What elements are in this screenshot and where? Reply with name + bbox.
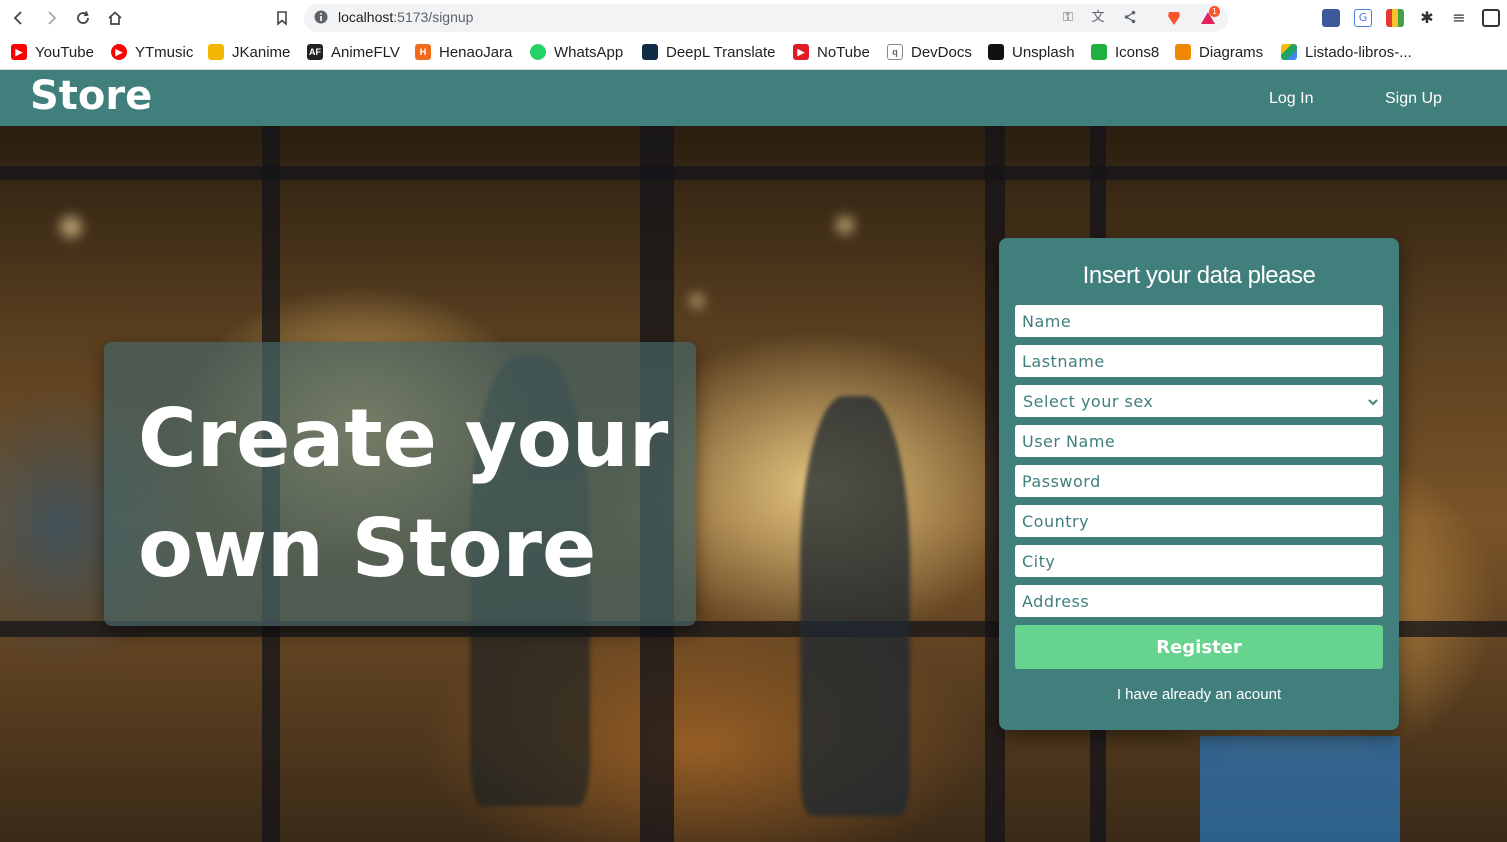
signup-link[interactable]: Sign Up [1385, 90, 1442, 108]
whatsapp-icon [530, 44, 546, 60]
key-icon[interactable]: ⚿ [1060, 10, 1076, 26]
address-bar[interactable]: localhost:5173/signup ⚿ 文 1 [304, 4, 1228, 32]
diagrams-icon [1175, 44, 1191, 60]
bookmark-icon[interactable] [271, 7, 293, 29]
login-link[interactable]: Log In [1269, 90, 1313, 108]
rewards-badge: 1 [1209, 6, 1220, 17]
bookmark-icons8[interactable]: Icons8 [1091, 41, 1159, 63]
register-button[interactable]: Register [1015, 625, 1383, 669]
blue-chair [1200, 736, 1400, 842]
jkanime-icon [208, 44, 224, 60]
brave-rewards-icon[interactable]: 1 [1200, 6, 1220, 26]
browser-toolbar: localhost:5173/signup ⚿ 文 1 G ✱ ≡ [0, 0, 1507, 37]
translate-icon[interactable]: 文 [1090, 10, 1106, 26]
devdocs-icon: q [887, 44, 903, 60]
forward-icon[interactable] [40, 7, 62, 29]
ceiling-light [690, 294, 704, 308]
app-header: Store Log In Sign Up [0, 70, 1507, 126]
ceiling-light [836, 216, 854, 234]
google-drive-icon [1281, 44, 1297, 60]
sex-select[interactable]: Select your sex [1015, 385, 1383, 417]
notube-icon: ▶ [793, 44, 809, 60]
window-frame [0, 166, 1507, 180]
ytmusic-icon: ▶ [111, 44, 127, 60]
animeflv-icon: AF [307, 44, 323, 60]
site-info-icon[interactable] [314, 10, 328, 24]
wallet-icon[interactable] [1482, 9, 1500, 27]
youtube-icon: ▶ [11, 44, 27, 60]
extensions-puzzle-icon[interactable]: ✱ [1418, 9, 1436, 27]
bookmark-devdocs[interactable]: q DevDocs [887, 41, 972, 63]
already-have-account-link[interactable]: I have already an acount [999, 686, 1399, 703]
name-input[interactable] [1015, 305, 1383, 337]
bookmark-unsplash[interactable]: Unsplash [988, 41, 1075, 63]
bookmark-whatsapp[interactable]: WhatsApp [530, 41, 623, 63]
reload-icon[interactable] [72, 7, 94, 29]
brand-logo[interactable]: Store [30, 73, 152, 119]
url-text: localhost:5173/signup [338, 9, 474, 25]
share-icon[interactable] [1122, 10, 1138, 26]
password-input[interactable] [1015, 465, 1383, 497]
home-icon[interactable] [104, 7, 126, 29]
bookmark-notube[interactable]: ▶ NoTube [793, 41, 870, 63]
henaojara-icon: H [415, 44, 431, 60]
bookmark-deepl[interactable]: DeepL Translate [642, 41, 776, 63]
back-icon[interactable] [8, 7, 30, 29]
media-queue-icon[interactable]: ≡ [1450, 9, 1468, 27]
deepl-icon [642, 44, 658, 60]
extension-icon[interactable] [1322, 9, 1340, 27]
bookmark-ytmusic[interactable]: ▶ YTmusic [111, 41, 193, 63]
country-input[interactable] [1015, 505, 1383, 537]
hero-title: Create your own Store [138, 392, 669, 595]
icons8-icon [1091, 44, 1107, 60]
signup-form: Insert your data please Select your sex … [999, 238, 1399, 730]
address-input[interactable] [1015, 585, 1383, 617]
brave-shield-icon[interactable] [1166, 10, 1182, 26]
bookmark-henaojara[interactable]: H HenaoJara [415, 41, 512, 63]
bookmark-youtube[interactable]: ▶ YouTube [11, 41, 94, 63]
lastname-input[interactable] [1015, 345, 1383, 377]
unsplash-icon [988, 44, 1004, 60]
google-translate-icon[interactable]: G [1354, 9, 1372, 27]
bookmark-listado-libros[interactable]: Listado-libros-... [1281, 41, 1412, 63]
username-input[interactable] [1015, 425, 1383, 457]
bookmark-diagrams[interactable]: Diagrams [1175, 41, 1263, 63]
bookmark-jkanime[interactable]: JKanime [208, 41, 290, 63]
color-picker-icon[interactable] [1386, 9, 1404, 27]
ceiling-light [60, 216, 82, 238]
bookmark-animeflv[interactable]: AF AnimeFLV [307, 41, 400, 63]
hero-title-card: Create your own Store [104, 342, 696, 626]
form-title: Insert your data please [1082, 262, 1316, 289]
city-input[interactable] [1015, 545, 1383, 577]
person-silhouette [800, 396, 910, 816]
bookmarks-bar: ▶ YouTube ▶ YTmusic JKanime AF AnimeFLV H He… [0, 37, 1507, 70]
